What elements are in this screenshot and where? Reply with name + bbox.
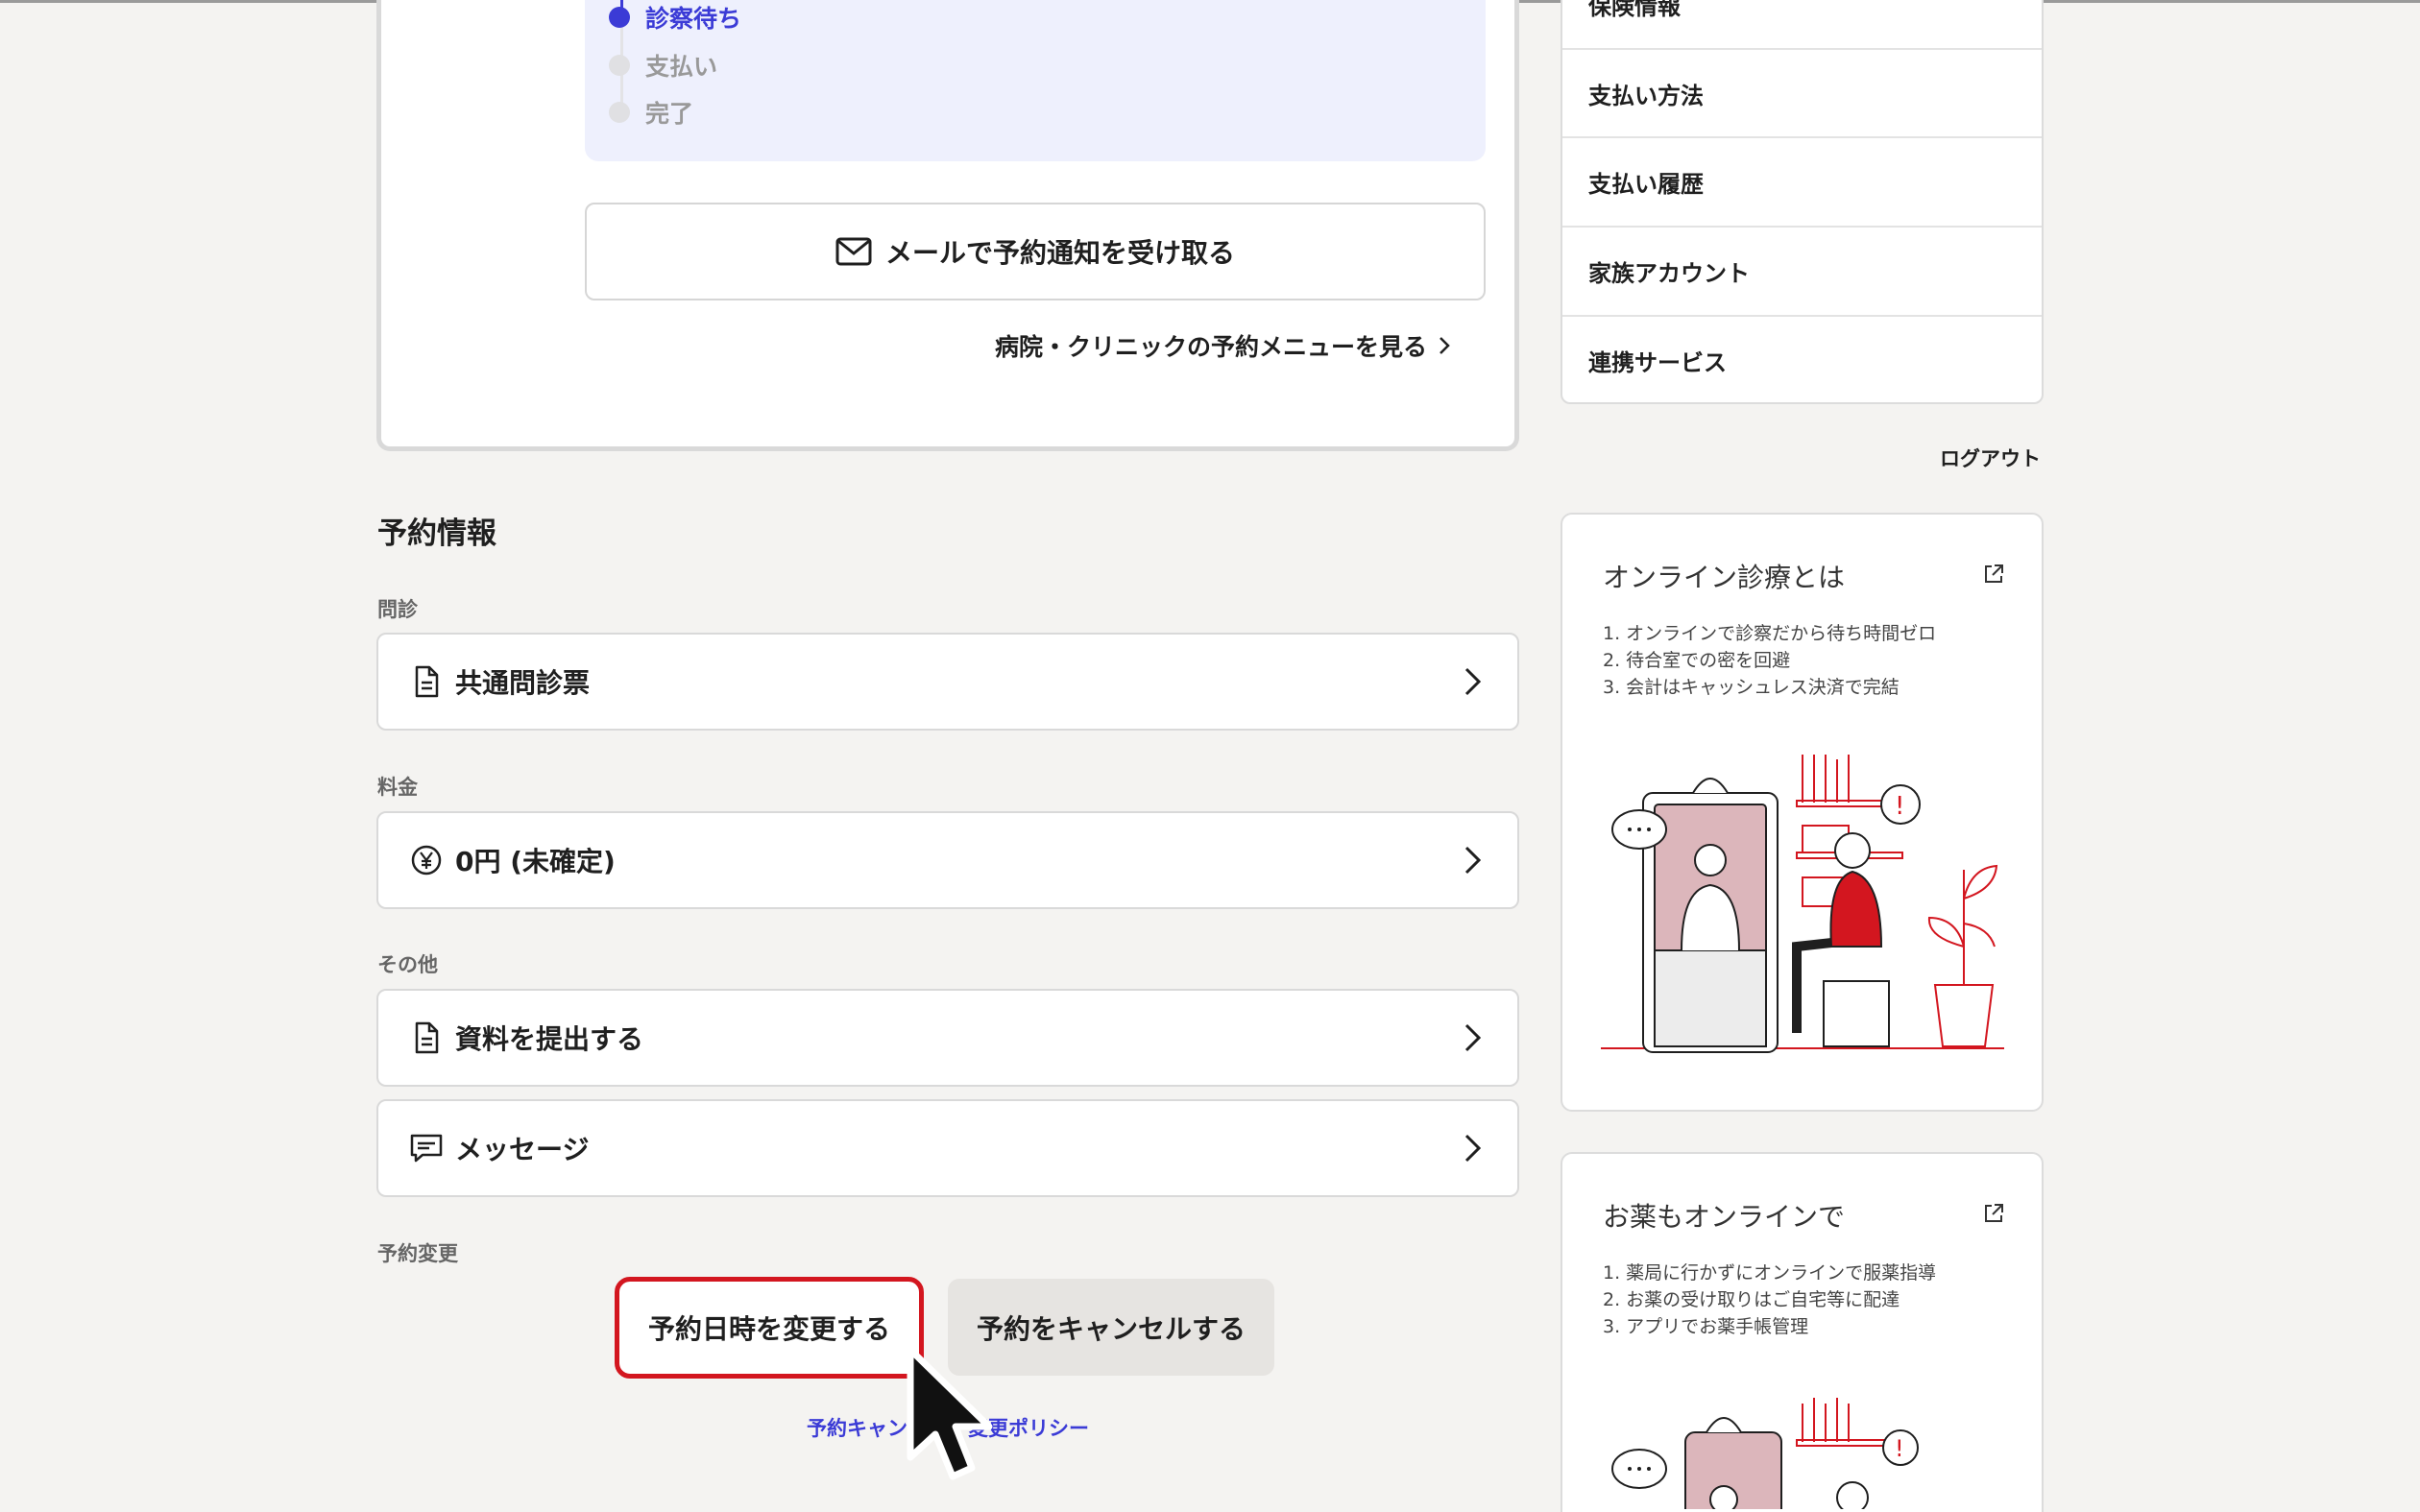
message-icon [409, 1131, 444, 1165]
submit-document-row[interactable]: 資料を提出する [376, 989, 1519, 1087]
step-dot [609, 102, 630, 123]
step-payment: 支払い [609, 46, 717, 84]
info-card-line: 3. 会計はキャッシュレス決済で完結 [1603, 677, 1900, 698]
info-card-line: 1. オンラインで診察だから待ち時間ゼロ [1603, 623, 1937, 644]
mail-icon [835, 237, 872, 266]
step-label: 診察待ち [645, 5, 742, 33]
step-dot [609, 55, 630, 76]
step-label: 支払い [645, 53, 718, 81]
document-icon [409, 1020, 444, 1055]
yen-icon [409, 843, 444, 877]
reservation-info-title: 予約情報 [377, 516, 496, 551]
info-card-line: 3. アプリでお薬手帳管理 [1603, 1316, 1809, 1337]
online-consultation-card[interactable]: オンライン診療とは 1. オンラインで診察だから待ち時間ゼロ 2. 待合室での密… [1561, 513, 2044, 1112]
online-consultation-illustration: ! [1601, 755, 2004, 1053]
step-complete: 完了 [609, 93, 693, 132]
fee-row-label: 0円 (未確定) [455, 846, 616, 877]
info-card-list: 1. オンラインで診察だから待ち時間ゼロ 2. 待合室での密を回避 3. 会計は… [1603, 620, 1936, 701]
chevron-right-icon [1464, 1134, 1482, 1163]
menu-item-payment-history[interactable]: 支払い履歴 [1562, 136, 2042, 225]
step-label: 完了 [645, 100, 694, 128]
chevron-right-icon [1464, 1023, 1482, 1052]
online-medicine-card[interactable]: お薬もオンラインで 1. 薬局に行かずにオンラインで服薬指導 2. お薬の受け取… [1561, 1152, 2044, 1512]
fee-label: 料金 [377, 776, 418, 799]
menu-item-insurance[interactable]: 保険情報 [1562, 0, 2042, 48]
logout-link[interactable]: ログアウト [1940, 444, 2041, 472]
submit-document-label: 資料を提出する [455, 1023, 644, 1055]
step-waiting: 診察待ち [609, 0, 741, 36]
fee-row[interactable]: 0円 (未確定) [376, 811, 1519, 909]
clinic-menu-link[interactable]: 病院・クリニックの予約メニューを見る [995, 326, 1450, 365]
questionnaire-label: 問診 [377, 598, 418, 621]
chevron-right-icon [1440, 337, 1450, 354]
menu-item-family-account[interactable]: 家族アカウント [1562, 226, 2042, 314]
info-card-line: 2. 待合室での密を回避 [1603, 650, 1791, 671]
external-link-icon[interactable] [1982, 563, 2005, 586]
menu-item-linked-services[interactable]: 連携サービス [1562, 315, 2042, 403]
email-notification-label: メールで予約通知を受け取る [884, 237, 1235, 269]
message-row[interactable]: メッセージ [376, 1099, 1519, 1197]
questionnaire-row[interactable]: 共通問診票 [376, 633, 1519, 731]
info-card-list: 1. 薬局に行かずにオンラインで服薬指導 2. お薬の受け取りはご自宅等に配達 … [1603, 1260, 1936, 1340]
mouse-cursor-icon [907, 1346, 993, 1480]
document-icon [409, 664, 444, 699]
clinic-menu-link-label: 病院・クリニックの予約メニューを見る [994, 333, 1427, 361]
info-card-title: オンライン診療とは [1603, 562, 1846, 593]
questionnaire-row-label: 共通問診票 [455, 667, 591, 699]
change-datetime-button[interactable]: 予約日時を変更する [615, 1277, 924, 1379]
other-label: その他 [377, 953, 438, 976]
info-card-line: 2. お薬の受け取りはご自宅等に配達 [1603, 1289, 1900, 1310]
reservation-change-label: 予約変更 [377, 1242, 458, 1265]
info-card-line: 1. 薬局に行かずにオンラインで服薬指導 [1603, 1262, 1937, 1284]
chevron-right-icon [1464, 667, 1482, 696]
svg-text:!: ! [1895, 792, 1904, 821]
info-card-title: お薬もオンラインで [1603, 1201, 1846, 1233]
email-notification-button[interactable]: メールで予約通知を受け取る [585, 203, 1486, 300]
online-medicine-illustration: ! [1611, 1398, 1919, 1509]
external-link-icon[interactable] [1982, 1202, 2005, 1225]
step-dot [609, 7, 630, 28]
message-row-label: メッセージ [455, 1134, 590, 1165]
menu-item-payment-method[interactable]: 支払い方法 [1562, 48, 2042, 136]
account-menu: 保険情報 支払い方法 支払い履歴 家族アカウント 連携サービス [1561, 0, 2044, 404]
svg-text:!: ! [1895, 1435, 1904, 1462]
chevron-right-icon [1464, 846, 1482, 875]
